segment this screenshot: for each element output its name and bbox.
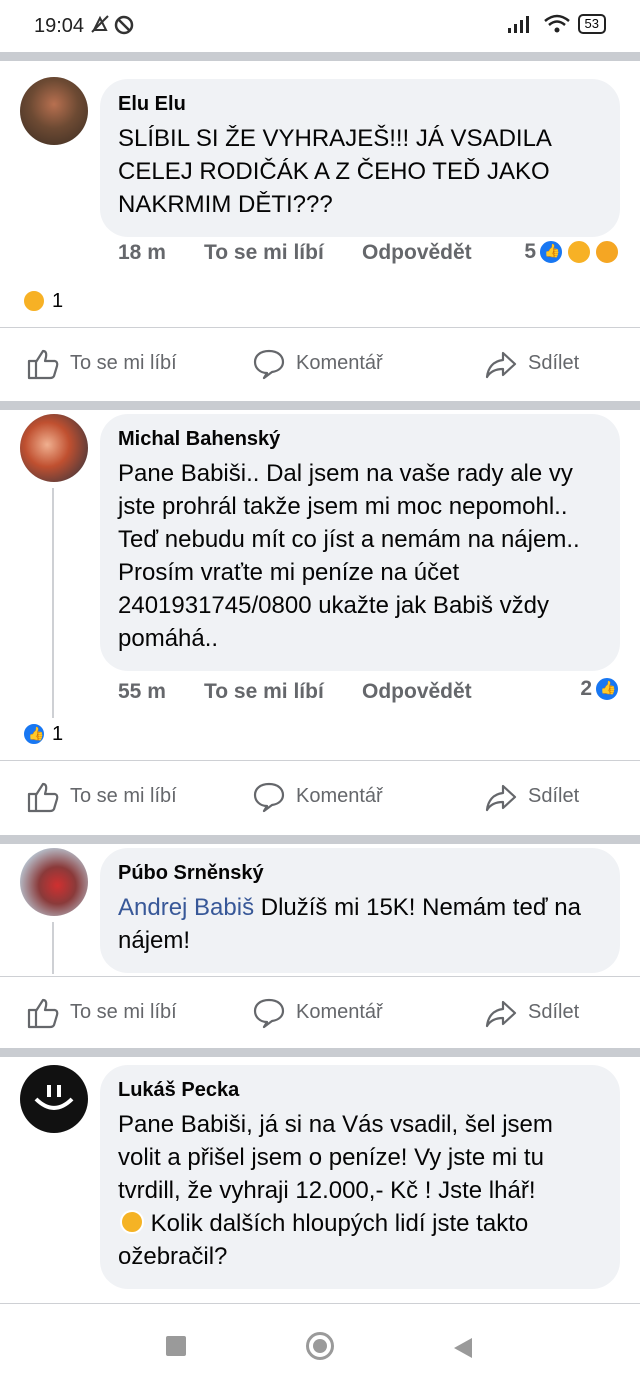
share-button[interactable]: Sdílet <box>484 996 579 1030</box>
like-button-label: To se mi líbí <box>70 1001 177 1023</box>
comment-text: Pane Babiši, já si na Vás vsadil, šel js… <box>118 1108 602 1273</box>
avatar[interactable] <box>20 414 88 482</box>
like-button[interactable]: To se mi líbí <box>26 347 177 381</box>
comment-text: Pane Babiši.. Dal jsem na vaše rady ale … <box>118 460 580 652</box>
comment-icon <box>253 782 285 812</box>
like-button-label: To se mi líbí <box>70 352 177 374</box>
share-icon <box>485 784 517 811</box>
comment-pabo-srnensky: Púbo Srněnský Andrej Babiš Dlužíš mi 15K… <box>0 844 640 1048</box>
comment-button[interactable]: Komentář <box>252 996 383 1030</box>
comment-icon <box>253 349 285 379</box>
comment-lukas-pecka: Lukáš Pecka Pane Babiši, já si na Vás vs… <box>0 1057 640 1310</box>
post-reactions[interactable]: 1 <box>20 722 63 746</box>
like-reaction-icon <box>22 722 46 746</box>
comment-button-label: Komentář <box>296 785 383 807</box>
action-bar: To se mi líbí Komentář Sdílet <box>0 976 640 1048</box>
comment-michal-bahensky: Michal Bahenský Pane Babiši.. Dal jsem n… <box>0 410 640 835</box>
like-reaction-icon <box>594 676 620 702</box>
comment-time: 55 m <box>118 680 166 703</box>
status-time: 19:04 <box>34 15 85 37</box>
comment-reply-link[interactable]: Odpovědět <box>362 241 472 265</box>
comment-author[interactable]: Elu Elu <box>118 93 602 116</box>
action-bar: To se mi líbí Komentář Sdílet <box>0 760 640 832</box>
feed-separator <box>0 835 640 844</box>
mute-icon <box>91 15 134 35</box>
avatar[interactable] <box>20 77 88 145</box>
comment-text: Andrej Babiš Dlužíš mi 15K! Nemám teď na… <box>118 891 602 957</box>
comment-icon <box>253 998 285 1028</box>
like-button[interactable]: To se mi líbí <box>26 996 177 1030</box>
like-reaction-icon <box>538 239 564 265</box>
feed-separator <box>0 1048 640 1057</box>
share-icon <box>485 351 517 378</box>
notification-icons <box>90 14 134 42</box>
thumbs-up-icon <box>27 998 59 1028</box>
share-button[interactable]: Sdílet <box>484 347 579 381</box>
share-button-label: Sdílet <box>528 1001 580 1023</box>
comment-author[interactable]: Púbo Srněnský <box>118 862 602 885</box>
care-reaction-icon <box>594 239 620 265</box>
back-button[interactable] <box>452 1336 474 1365</box>
thumbs-up-icon <box>27 782 59 812</box>
thumbs-up-icon <box>27 349 59 379</box>
comment-author[interactable]: Lukáš Pecka <box>118 1079 602 1102</box>
comment-bubble: Lukáš Pecka Pane Babiši, já si na Vás vs… <box>100 1065 620 1289</box>
comment-elu-elu: Elu Elu SLÍBIL SI ŽE VYHRAJEŠ!!! JÁ VSAD… <box>0 61 640 401</box>
avatar[interactable] <box>20 1065 88 1133</box>
comment-button[interactable]: Komentář <box>252 780 383 814</box>
status-bar: 19:04 53 <box>0 0 640 52</box>
comment-time: 18 m <box>118 241 166 264</box>
post-reaction-count: 1 <box>52 722 64 745</box>
action-bar: To se mi líbí Komentář Sdílet <box>0 327 640 399</box>
back-icon <box>454 1338 472 1358</box>
comment-bubble: Púbo Srněnský Andrej Babiš Dlužíš mi 15K… <box>100 848 620 973</box>
comment-button-label: Komentář <box>296 352 383 374</box>
share-icon <box>485 1000 517 1027</box>
recent-apps-button[interactable] <box>166 1336 186 1356</box>
thread-line <box>52 922 54 974</box>
feed-separator <box>0 401 640 410</box>
like-button[interactable]: To se mi líbí <box>26 780 177 814</box>
comment-reactions[interactable]: 5 <box>524 239 620 265</box>
post-reaction-count: 1 <box>52 289 64 312</box>
home-icon <box>313 1339 327 1353</box>
reaction-count: 5 <box>524 240 536 263</box>
share-button-label: Sdílet <box>528 352 580 374</box>
share-button[interactable]: Sdílet <box>484 780 579 814</box>
comment-like-link[interactable]: To se mi líbí <box>204 680 362 704</box>
comment-reactions[interactable]: 2 <box>580 676 620 702</box>
comment-bubble: Michal Bahenský Pane Babiši.. Dal jsem n… <box>100 414 620 671</box>
home-button[interactable] <box>306 1332 334 1360</box>
comment-button[interactable]: Komentář <box>252 347 383 381</box>
share-button-label: Sdílet <box>528 785 580 807</box>
signal-icon <box>507 16 529 33</box>
mentioned-user-link[interactable]: Andrej Babiš <box>118 894 254 921</box>
comment-meta: 18 m To se mi líbí Odpovědět <box>118 241 472 265</box>
status-right: 53 <box>506 14 606 34</box>
post-reactions[interactable]: 1 <box>20 289 63 313</box>
sad-emoji-icon <box>120 1210 144 1234</box>
system-nav-bar <box>0 1310 640 1387</box>
comment-bubble: Elu Elu SLÍBIL SI ŽE VYHRAJEŠ!!! JÁ VSAD… <box>100 79 620 237</box>
wifi-icon <box>543 14 570 33</box>
comment-meta: 55 m To se mi líbí Odpovědět <box>118 680 472 704</box>
like-button-label: To se mi líbí <box>70 785 177 807</box>
divider <box>0 1303 640 1304</box>
comment-like-link[interactable]: To se mi líbí <box>204 241 362 265</box>
reaction-count: 2 <box>580 677 592 700</box>
comment-button-label: Komentář <box>296 1001 383 1023</box>
sad-reaction-icon <box>22 289 46 313</box>
comment-author[interactable]: Michal Bahenský <box>118 428 602 451</box>
avatar[interactable] <box>20 848 88 916</box>
feed-separator <box>0 52 640 61</box>
haha-reaction-icon <box>566 239 592 265</box>
battery-indicator: 53 <box>577 14 606 34</box>
thread-line <box>52 488 54 718</box>
comment-body-continued: Kolik dalších hloupých lidí jste takto o… <box>118 1210 529 1270</box>
comment-reply-link[interactable]: Odpovědět <box>362 680 472 704</box>
smiley-logo-icon <box>34 1085 74 1110</box>
comment-body: Pane Babiši, já si na Vás vsadil, šel js… <box>118 1111 553 1204</box>
comment-text: SLÍBIL SI ŽE VYHRAJEŠ!!! JÁ VSADILA CELE… <box>118 125 551 218</box>
